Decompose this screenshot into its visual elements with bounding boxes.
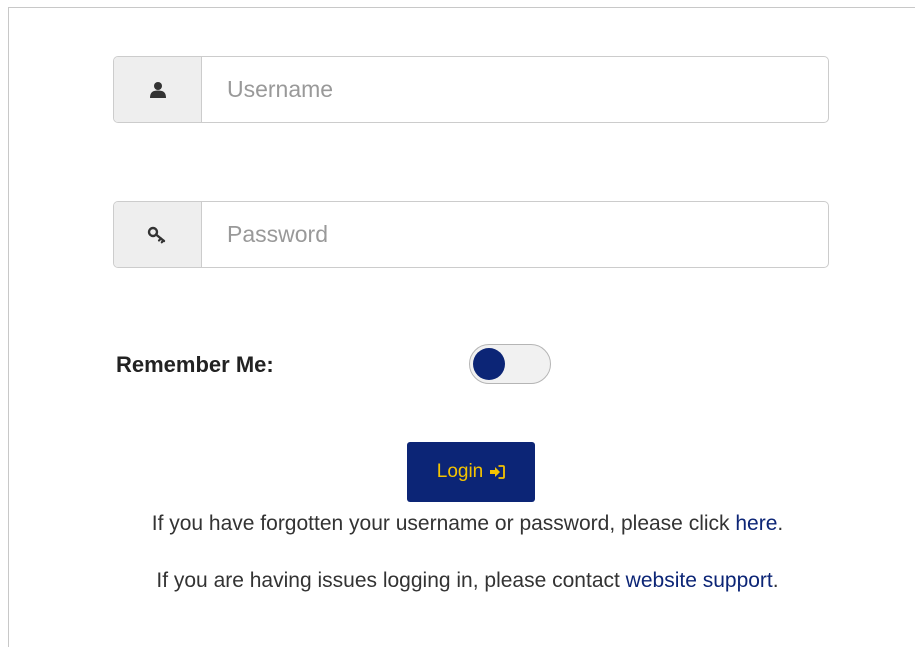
password-addon bbox=[114, 202, 202, 267]
password-input[interactable] bbox=[202, 202, 828, 267]
username-input-group bbox=[113, 56, 829, 123]
login-button-label: Login bbox=[436, 461, 484, 482]
remember-me-label: Remember Me: bbox=[116, 352, 274, 377]
forgot-credentials-suffix: . bbox=[777, 512, 784, 535]
support-contact-suffix: . bbox=[772, 569, 779, 592]
username-addon bbox=[114, 57, 202, 122]
password-input-group bbox=[113, 201, 829, 268]
remember-me-toggle[interactable] bbox=[469, 344, 551, 384]
forgot-credentials-link[interactable]: here bbox=[735, 512, 777, 535]
login-button[interactable]: Login bbox=[407, 442, 535, 502]
support-contact-prefix: If you are having issues logging in, ple… bbox=[156, 569, 626, 592]
user-icon bbox=[149, 81, 166, 98]
key-icon bbox=[147, 226, 165, 243]
website-support-link[interactable]: website support bbox=[626, 569, 773, 592]
username-input[interactable] bbox=[202, 57, 828, 122]
sign-in-icon bbox=[490, 465, 506, 479]
forgot-credentials-prefix: If you have forgotten your username or p… bbox=[151, 512, 736, 535]
toggle-knob bbox=[473, 348, 505, 380]
support-contact-text: If you are having issues logging in, ple… bbox=[0, 569, 915, 593]
forgot-credentials-text: If you have forgotten your username or p… bbox=[0, 512, 915, 536]
